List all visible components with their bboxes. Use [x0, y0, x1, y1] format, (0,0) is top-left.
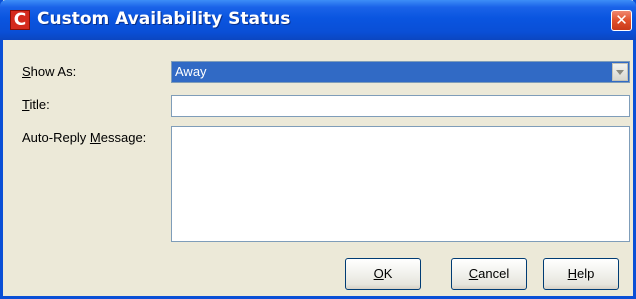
title-label: Title:	[22, 97, 50, 112]
help-button[interactable]: Help	[543, 258, 619, 290]
title-input[interactable]	[171, 95, 630, 117]
show-as-selected-value: Away	[175, 64, 207, 79]
close-icon: ✕	[615, 11, 628, 29]
close-button[interactable]: ✕	[611, 10, 632, 31]
show-as-dropdown[interactable]: Away	[171, 61, 630, 83]
cancel-button[interactable]: Cancel	[451, 258, 527, 290]
show-as-label: Show As:	[22, 64, 77, 79]
ok-button[interactable]: OK	[345, 258, 421, 290]
title-bar[interactable]: C Custom Availability Status ✕	[0, 0, 636, 40]
auto-reply-message-label: Auto-Reply Message:	[22, 130, 147, 145]
window-title: Custom Availability Status	[37, 9, 291, 29]
auto-reply-message-textarea[interactable]	[171, 126, 630, 242]
chevron-down-icon[interactable]	[612, 63, 628, 81]
app-logo-icon: C	[10, 10, 30, 30]
